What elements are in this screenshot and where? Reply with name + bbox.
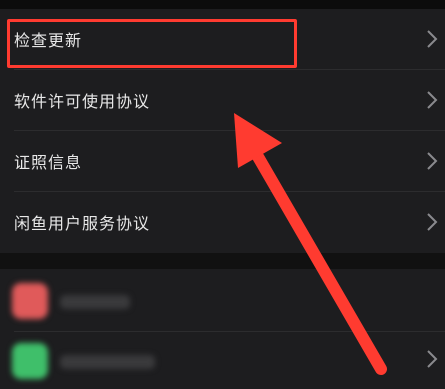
arrow-shaft: [251, 149, 387, 375]
annotation-arrow: [234, 113, 387, 375]
